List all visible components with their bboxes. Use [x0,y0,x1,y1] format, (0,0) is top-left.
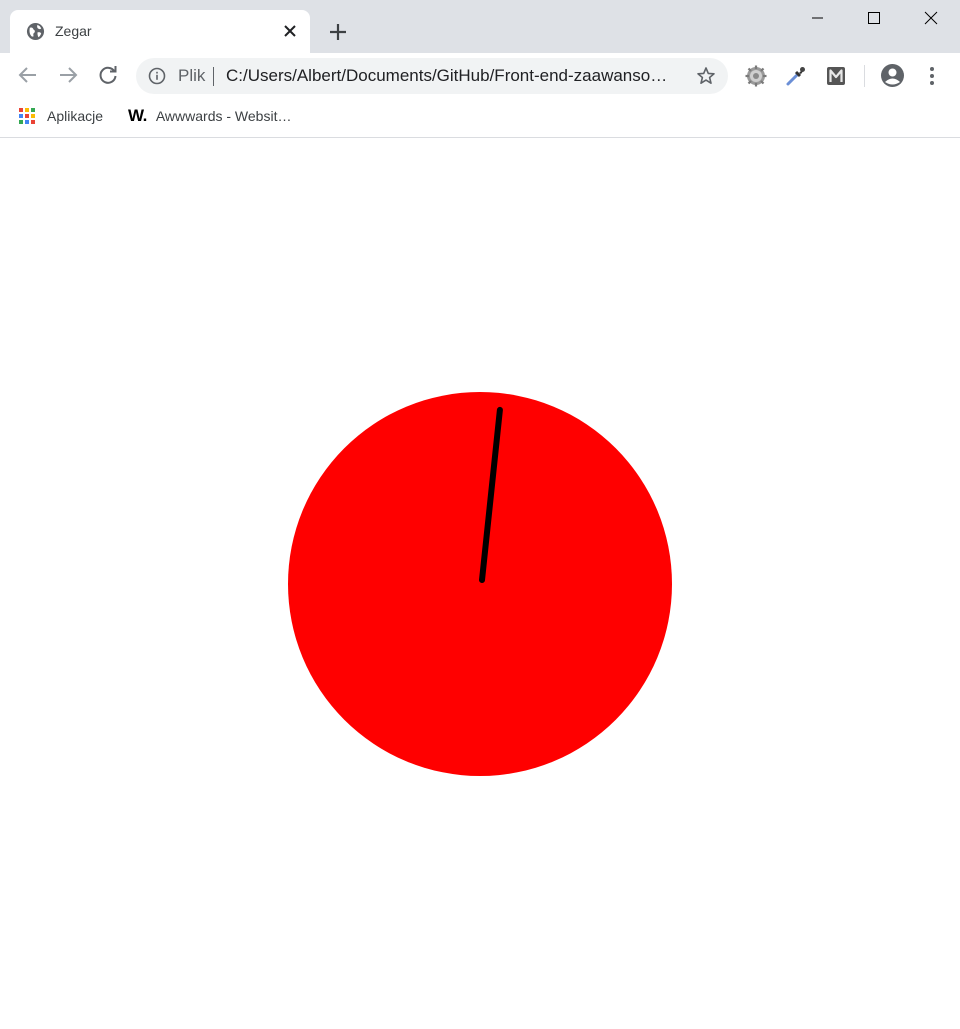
close-window-icon[interactable] [902,0,960,36]
clock-face [288,392,672,776]
toolbar-divider [864,65,865,87]
kebab-menu-icon[interactable] [922,64,942,88]
toolbar: Plik C:/Users/Albert/Documents/GitHub/Fr… [0,53,960,98]
browser-window: Zegar Plik C:/Users/Albert/Documents/Git… [0,0,960,1029]
clock [288,392,672,776]
chip-divider [213,67,214,86]
new-tab-icon[interactable] [326,20,350,44]
url-text[interactable]: C:/Users/Albert/Documents/GitHub/Front-e… [226,66,692,86]
m-extension-icon[interactable] [824,64,848,88]
tab-zegar[interactable]: Zegar [10,10,310,53]
awwwards-logo: W. [128,106,147,125]
reload-icon[interactable] [96,63,120,87]
profile-avatar-icon[interactable] [880,63,905,88]
bookmark-label: Aplikacje [47,108,104,124]
title-bar: Zegar [0,0,960,53]
scheme-chip: Plik [178,66,206,85]
back-arrow-icon[interactable] [16,63,40,87]
bookmarks-bar: Aplikacje W. Awwwards - Websit… [0,98,960,138]
gear-extension-icon[interactable] [744,64,768,88]
bookmark-star-icon[interactable] [696,66,716,86]
bookmark-label: Awwwards - Websit… [155,108,292,124]
bookmark-awwwards[interactable]: W. Awwwards - Websit… [128,104,291,128]
globe-icon [26,22,45,41]
eyedropper-extension-icon[interactable] [784,64,808,88]
apps-grid-icon [19,108,35,124]
minimize-icon[interactable] [788,0,846,36]
address-bar[interactable]: Plik C:/Users/Albert/Documents/GitHub/Fr… [136,58,728,94]
page-content [0,139,960,1029]
bookmark-apps[interactable]: Aplikacje [18,104,103,128]
tab-title: Zegar [55,23,92,39]
info-icon[interactable] [148,67,166,85]
forward-arrow-icon[interactable] [56,63,80,87]
maximize-icon[interactable] [845,0,903,36]
close-tab-icon[interactable] [282,23,298,39]
